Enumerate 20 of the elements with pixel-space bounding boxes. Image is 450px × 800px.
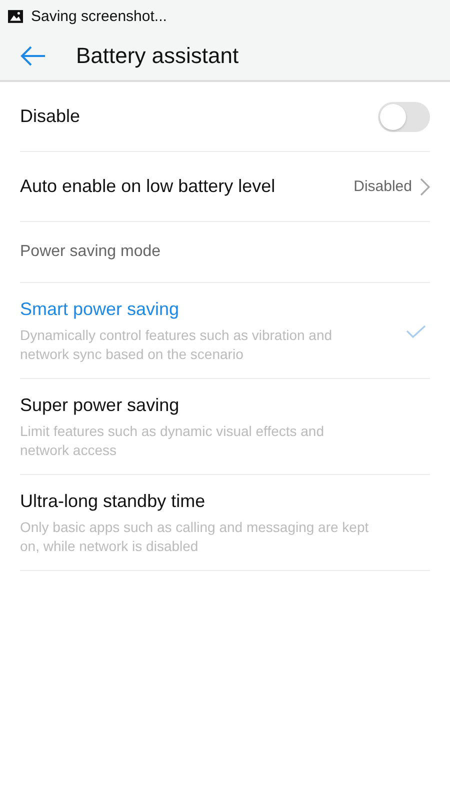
mode-title: Smart power saving [20,299,180,320]
mode-title: Super power saving [20,395,180,416]
picture-icon [8,10,23,22]
mode-option[interactable]: Smart power saving Dynamically control features such as vibration and network sync based on the scenario [20,283,430,379]
mode-description: Dynamically control features such as vibration and network sync based on the scenario [20,326,334,364]
back-icon[interactable] [20,45,46,67]
mode-description: Limit features such as dynamic visual effects and network access [20,422,326,460]
chevron-icon [420,178,430,196]
setting-label: Disable [20,106,80,127]
mode-option[interactable]: Ultra-long standby time Only basic apps such as calling and messaging are kept on, while network is disabled [20,475,430,571]
page-title: Battery assistant [76,43,239,69]
mode-title: Ultra-long standby time [20,491,206,512]
section-heading: Power saving mode [20,243,161,261]
setting-label: Auto enable on low battery level [20,176,276,197]
mode-description: Only basic apps such as calling and messaging are kept on, while network is disabled [20,518,370,556]
setting-value: Disabled [354,178,412,195]
notification-text: Saving screenshot... [31,8,167,24]
mode-option[interactable]: Super power saving Limit features such as dynamic visual effects and network access [20,379,430,475]
toggle-switch[interactable] [378,102,430,132]
check-icon [406,324,426,338]
